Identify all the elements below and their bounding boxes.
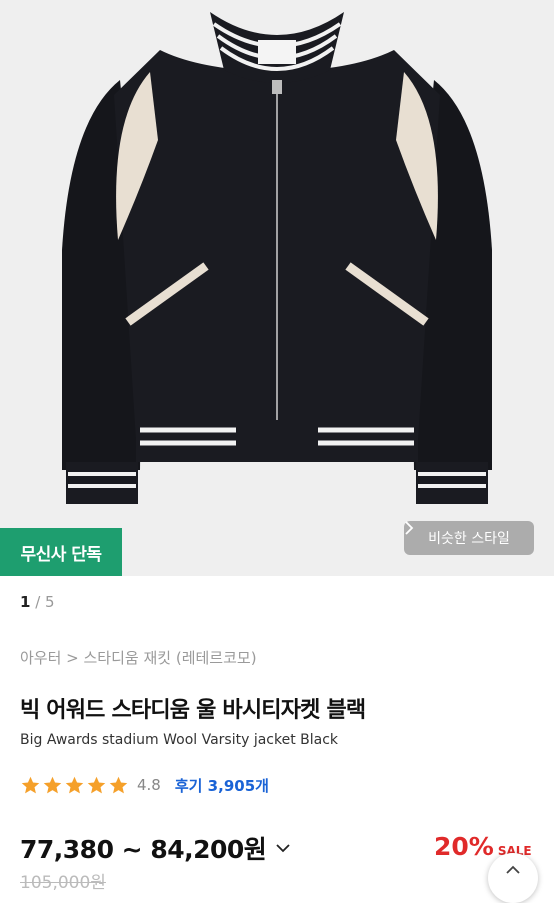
similar-style-label: 비슷한 스타일	[428, 531, 510, 547]
product-title: 빅 어워드 스타디움 울 바시티자켓 블랙	[20, 698, 366, 723]
product-title-english: Big Awards stadium Wool Varsity jacket B…	[20, 732, 339, 748]
star-icon	[87, 776, 106, 793]
image-counter-total: 5	[45, 593, 55, 611]
price-range: 77,380 ~ 84,200원	[20, 835, 267, 864]
chevron-right-icon	[405, 521, 414, 535]
jacket-image	[62, 12, 492, 504]
product-image[interactable]: 무신사 단독 비슷한 스타일	[0, 0, 554, 576]
rating-row: 4.8 후기 3,905개	[20, 774, 269, 796]
chevron-up-icon	[506, 865, 520, 874]
similar-style-button[interactable]: 비슷한 스타일	[404, 521, 534, 555]
rating-score: 4.8	[137, 776, 161, 794]
scroll-top-button[interactable]	[488, 853, 538, 903]
image-counter: 1 / 5	[20, 593, 55, 611]
star-rating	[20, 775, 129, 796]
star-icon	[65, 776, 84, 793]
star-icon	[109, 776, 128, 793]
image-counter-separator: /	[30, 593, 46, 611]
exclusive-badge: 무신사 단독	[0, 528, 122, 576]
breadcrumb[interactable]: 아우터 > 스타디움 재킷 (레테르코모)	[20, 647, 257, 668]
star-icon	[43, 776, 62, 793]
discount-percent: 20%	[434, 832, 494, 861]
chevron-down-icon	[276, 844, 290, 853]
price-selector[interactable]: 77,380 ~ 84,200원	[20, 830, 292, 866]
image-counter-current: 1	[20, 593, 31, 611]
star-icon	[21, 776, 40, 793]
review-count-link[interactable]: 후기 3,905개	[175, 775, 269, 796]
